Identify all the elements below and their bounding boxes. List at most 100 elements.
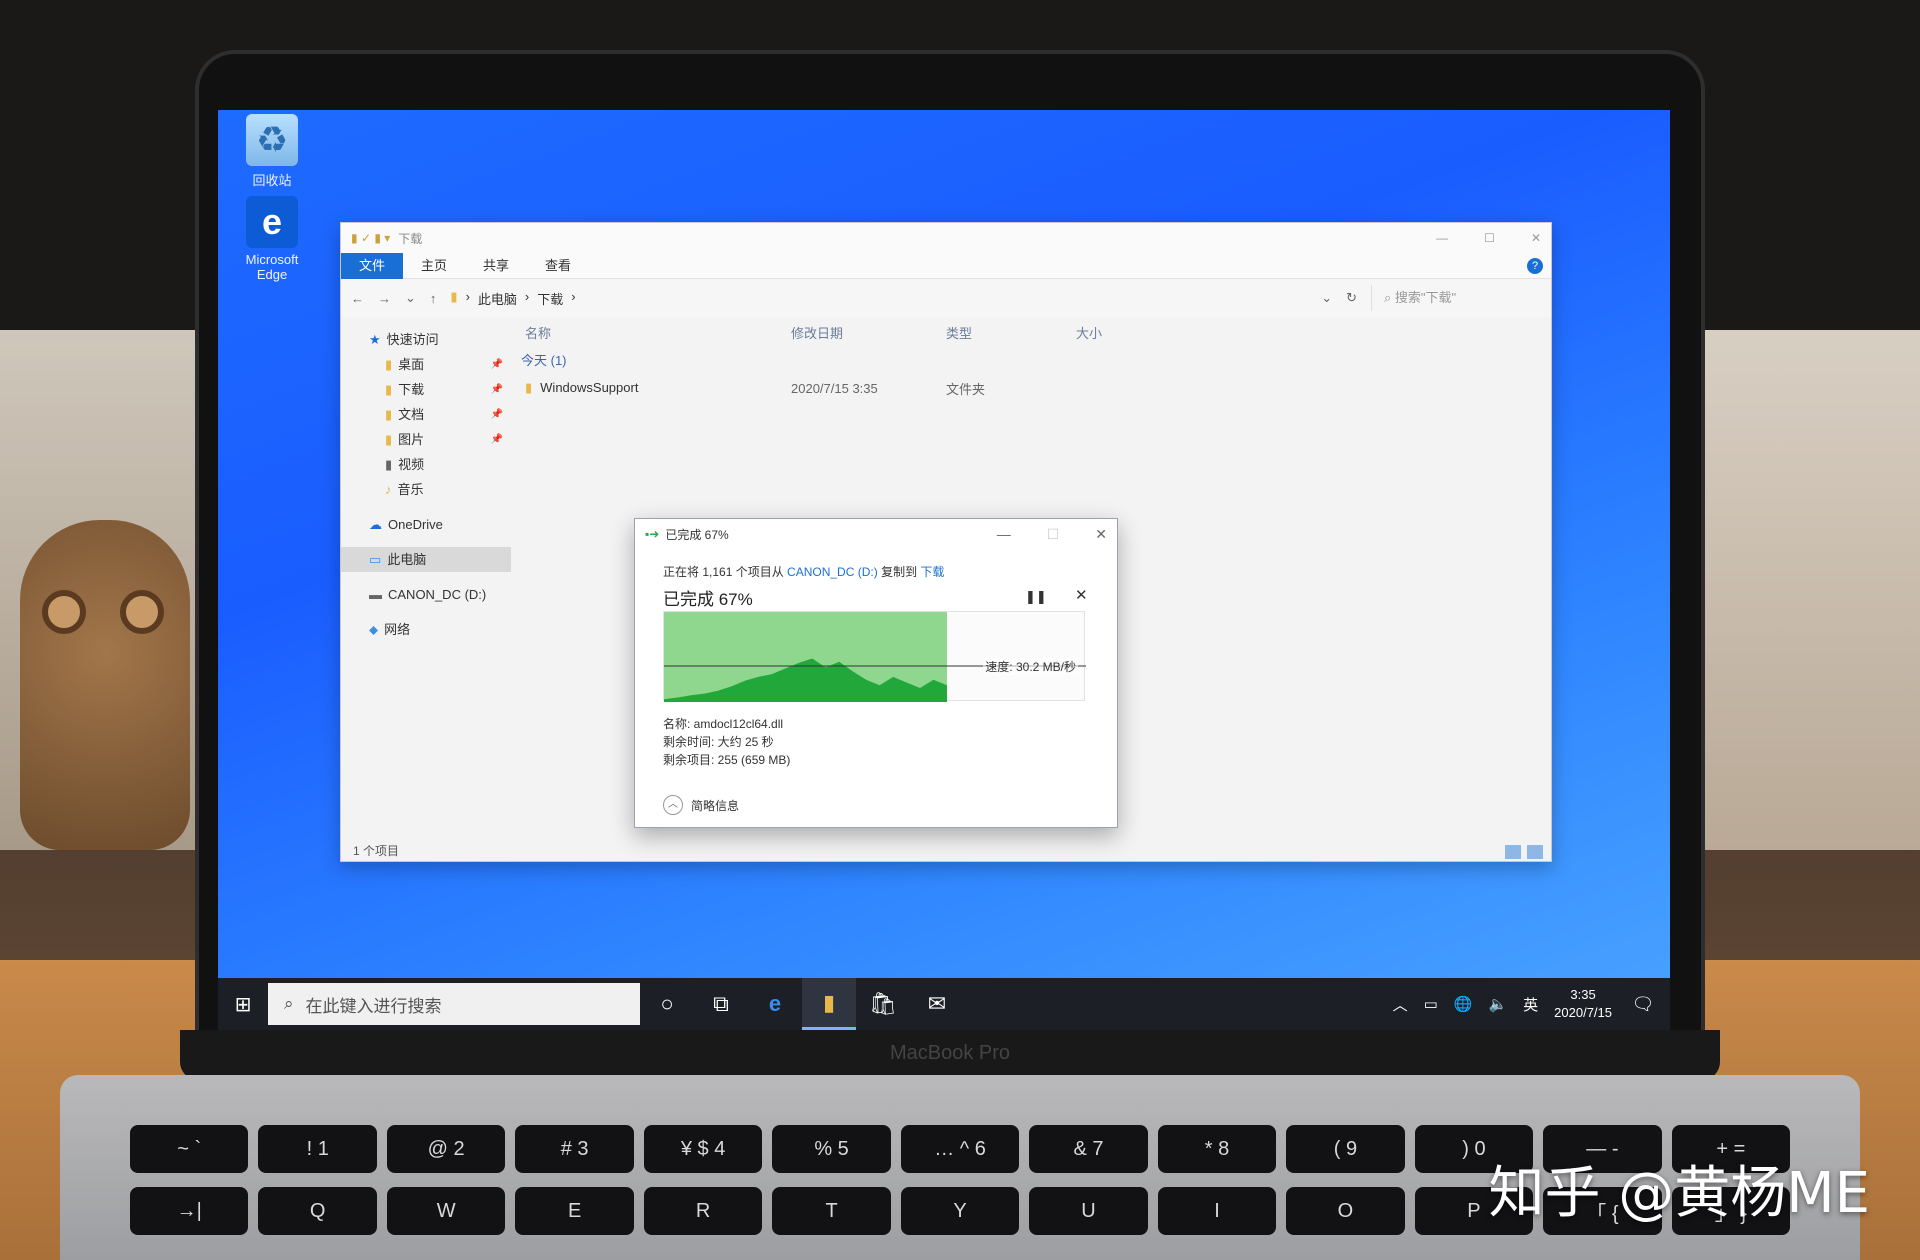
nav-onedrive[interactable]: ☁ OneDrive [341,512,511,537]
nav-music[interactable]: ♪ 音乐 [341,477,511,502]
breadcrumb-downloads[interactable]: 下载 [537,289,563,308]
column-name[interactable]: 名称 [511,323,791,342]
file-date-cell: 2020/7/15 3:35 [791,380,878,396]
table-row[interactable]: ▮ WindowsSupport 2020/7/15 3:35 文件夹 [511,375,1551,401]
folder-icon: ▮ [385,382,393,397]
transfer-speed: 速度: 30.2 MB/秒 [983,658,1078,675]
pin-icon: 📌 [490,359,503,370]
maximize-button[interactable]: ☐ [1484,231,1495,245]
nav-videos[interactable]: ▮ 视频 [341,452,511,477]
ime-indicator[interactable]: 英 [1523,994,1538,1015]
column-headers: 名称 修改日期 类型 大小 [511,317,1551,347]
task-view-icon[interactable]: ⧉ [694,978,748,1030]
owl-eye [42,590,86,634]
chevron-up-icon[interactable]: ︿ [1393,994,1408,1015]
globe-icon[interactable]: 🌐 [1454,995,1473,1013]
forward-arrow-icon[interactable]: → [378,291,391,306]
keyboard-key: I [1157,1187,1277,1235]
column-date[interactable]: 修改日期 [791,323,946,342]
pause-button[interactable]: ❚❚ [1025,589,1047,605]
large-icons-view-button[interactable] [1527,845,1543,859]
desktop-icon-edge[interactable]: e Microsoft Edge [232,196,312,282]
desktop-icon-label: 回收站 [252,173,292,188]
recycle-bin-icon: ♻ [246,114,298,166]
start-button[interactable]: ⊞ [218,978,268,1030]
copy-details: 名称: amdocl12cl64.dll 剩余时间: 大约 25 秒 剩余项目:… [663,715,790,769]
explorer-titlebar: ▮ ✓ ▮ ▾ 下载 — ☐ ✕ [341,223,1551,253]
clock-time: 3:35 [1570,987,1596,1002]
keyboard-key: Q [258,1187,377,1235]
search-input[interactable]: ⌕ 搜索"下载" [1371,285,1541,311]
view-buttons [1505,845,1543,859]
nav-drive-d[interactable]: ▬ CANON_DC (D:) [341,582,511,607]
address-dropdown-icon[interactable]: ⌄ [1321,290,1332,306]
keyboard-key: U [1029,1187,1148,1235]
screen: ♻ 回收站 e Microsoft Edge ▮ ✓ ▮ ▾ 下载 — ☐ ✕ … [218,110,1670,1030]
search-icon: ⌕ [284,994,294,1013]
owl-eye [120,590,164,634]
close-button[interactable]: ✕ [1095,526,1107,543]
clock-date: 2020/7/15 [1554,1005,1612,1020]
help-icon[interactable]: ? [1527,257,1543,274]
navigation-pane: ★ 快速访问 ▮ 桌面 📌 ▮ 下载 📌 ▮ 文档 📌 ▮ 图片 📌 ▮ 视频 … [341,317,511,839]
star-icon: ★ [369,332,381,347]
network-icon: ⬥ [369,622,379,637]
details-view-button[interactable] [1505,845,1521,859]
keyboard-key: R [643,1187,763,1235]
transfer-speed-graph: 速度: 30.2 MB/秒 [663,611,1086,702]
copy-icon: ▪➜ [645,527,660,541]
cancel-button[interactable]: ✕ [1075,586,1088,604]
tab-view[interactable]: 查看 [527,253,589,279]
clock[interactable]: 3:35 2020/7/15 [1554,986,1612,1022]
quick-access-toolbar-icon[interactable]: ▮ ✓ ▮ ▾ [351,231,390,245]
nav-downloads[interactable]: ▮ 下载 📌 [341,377,511,402]
nav-pictures[interactable]: ▮ 图片 📌 [341,427,511,452]
breadcrumb-separator: › [465,288,470,304]
minimize-button[interactable]: — [997,526,1011,543]
back-arrow-icon[interactable]: ← [351,291,364,306]
folder-icon: ▮ [385,357,393,372]
drive-icon: ▬ [369,587,382,602]
file-explorer-taskbar-icon[interactable]: ▮ [802,978,856,1030]
minimize-button[interactable]: — [1436,231,1448,245]
nav-this-pc[interactable]: ▭ 此电脑 [341,547,511,572]
keyboard-key: →| [130,1187,249,1235]
address-bar: ← → ⌄ ↑ ▮ › 此电脑 › 下载 › ⌄ ↻ ⌕ 搜索"下载" [341,279,1551,317]
breadcrumb[interactable]: ▮ › 此电脑 › 下载 › [450,289,575,308]
column-size[interactable]: 大小 [1076,323,1176,342]
breadcrumb-this-pc[interactable]: 此电脑 [478,289,517,308]
refresh-icon[interactable]: ↻ [1346,290,1357,306]
cortana-icon[interactable]: ○ [640,978,694,1030]
nav-network[interactable]: ⬥ 网络 [341,617,511,642]
desktop-icon-recycle-bin[interactable]: ♻ 回收站 [232,114,312,189]
speaker-muted-icon[interactable]: 🔈 [1488,995,1507,1013]
column-type[interactable]: 类型 [946,323,1076,342]
group-header-today[interactable]: 今天 (1) [511,347,1551,375]
window-title: 下载 [398,231,423,246]
source-link[interactable]: CANON_DC (D:) [787,565,878,579]
keyboard-key: # 3 [515,1125,634,1173]
nav-documents[interactable]: ▮ 文档 📌 [341,402,511,427]
notification-icon[interactable]: 🗨 [1628,994,1658,1015]
recent-locations-icon[interactable]: ⌄ [405,290,416,306]
less-details-toggle[interactable]: ︿ 简略信息 [663,795,739,815]
cloud-icon: ☁ [369,517,382,532]
breadcrumb-separator: › [524,288,530,304]
mail-icon[interactable]: ✉ [910,978,964,1030]
edge-taskbar-icon[interactable]: e [748,978,802,1030]
battery-icon[interactable]: ▭ [1424,995,1438,1013]
tab-home[interactable]: 主页 [403,253,465,279]
nav-desktop[interactable]: ▮ 桌面 📌 [341,352,511,377]
store-icon[interactable]: 🛍 [856,978,910,1030]
breadcrumb-separator: › [571,288,576,304]
nav-quick-access[interactable]: ★ 快速访问 [341,327,511,352]
taskbar-search-input[interactable]: ⌕ 在此键入进行搜索 [268,983,640,1025]
keyboard-key: ! 1 [258,1125,377,1173]
target-link[interactable]: 下载 [920,565,944,579]
tab-share[interactable]: 共享 [465,253,527,279]
up-arrow-icon[interactable]: ↑ [430,291,437,306]
pin-icon: 📌 [490,434,503,445]
maximize-button: ☐ [1046,525,1060,542]
close-button[interactable]: ✕ [1531,231,1541,245]
tab-file[interactable]: 文件 [341,252,404,279]
